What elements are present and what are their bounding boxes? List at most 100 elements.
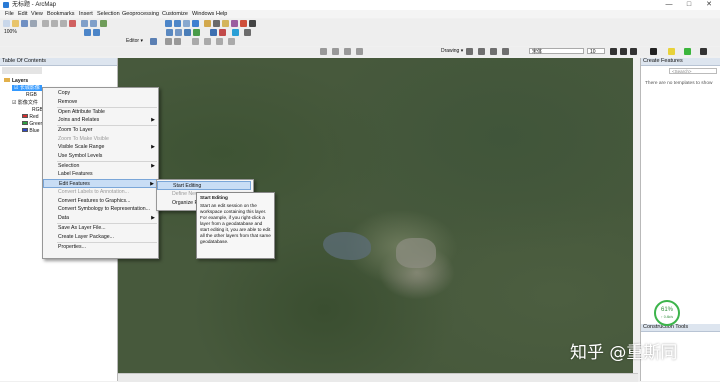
editor-toolbar-icon[interactable] <box>204 20 211 27</box>
band-green-row: Green <box>22 121 43 127</box>
menu-item-edit-features[interactable]: Edit Features ▶ <box>43 179 158 188</box>
fixed-zoom-in-icon[interactable] <box>84 29 91 36</box>
paste-icon[interactable] <box>60 20 67 27</box>
drawing-toolbar: Drawing ▾ 宋体 10 <box>0 47 720 56</box>
layers-root[interactable]: Layers <box>4 78 28 84</box>
rotate-tool-icon[interactable] <box>204 38 211 45</box>
menu-customize[interactable]: Customize <box>160 10 190 18</box>
end-point-arc-icon[interactable] <box>174 38 181 45</box>
arctoolbox-icon[interactable] <box>240 20 247 27</box>
split-tool-icon[interactable] <box>192 38 199 45</box>
menu-item-convert-features-graphics[interactable]: Convert Features to Graphics... <box>43 197 158 206</box>
python-icon[interactable] <box>249 20 256 27</box>
menu-selection[interactable]: Selection <box>95 10 122 18</box>
menu-item-data[interactable]: Data ▶ <box>43 214 158 223</box>
new-map-icon[interactable] <box>3 20 10 27</box>
line-color-icon[interactable] <box>684 48 691 55</box>
bold-icon[interactable] <box>610 48 617 55</box>
menu-edit[interactable]: Edit <box>16 10 29 18</box>
template-search-input[interactable]: <Search> <box>669 68 717 74</box>
font-size-combobox[interactable]: 10 <box>587 48 605 55</box>
menu-item-copy[interactable]: Copy <box>43 89 158 98</box>
zoom-in-icon[interactable] <box>165 20 172 27</box>
select-elements-icon[interactable] <box>466 48 473 55</box>
time-slider-icon[interactable] <box>244 29 251 36</box>
open-icon[interactable] <box>12 20 19 27</box>
toc-view-tabs[interactable] <box>2 67 42 74</box>
identify-icon[interactable] <box>175 29 182 36</box>
layout-zoom-icon[interactable] <box>332 48 339 55</box>
menu-item-save-as-layer-file[interactable]: Save As Layer File... <box>43 224 158 233</box>
italic-icon[interactable] <box>620 48 627 55</box>
close-button[interactable]: ✕ <box>700 0 718 10</box>
drawing-dropdown[interactable]: Drawing ▾ <box>441 48 463 54</box>
minimize-button[interactable]: — <box>660 0 678 10</box>
toc-layer-1[interactable]: ☑ 长城影像 <box>12 85 42 91</box>
cut-icon[interactable] <box>42 20 49 27</box>
add-data-icon[interactable] <box>100 20 107 27</box>
menu-item-use-symbol-levels[interactable]: Use Symbol Levels <box>43 152 158 161</box>
redo-icon[interactable] <box>90 20 97 27</box>
use-symbol-levels-label: Use Symbol Levels <box>58 152 103 159</box>
hyperlink-icon[interactable] <box>210 29 217 36</box>
tooltip-body: Start an edit session on the workspace c… <box>200 203 271 244</box>
menu-file[interactable]: File <box>3 10 16 18</box>
attributes-icon[interactable] <box>216 38 223 45</box>
rectangle-icon[interactable] <box>490 48 497 55</box>
undo-icon[interactable] <box>81 20 88 27</box>
measure-icon[interactable] <box>193 29 200 36</box>
table-of-contents-icon[interactable] <box>213 20 220 27</box>
menu-geoprocessing[interactable]: Geoprocessing <box>120 10 161 18</box>
html-popup-icon[interactable] <box>219 29 226 36</box>
menu-item-label-features[interactable]: Label Features <box>43 170 158 179</box>
network-speed-widget[interactable]: 61% ↑ 0.4k/s <box>654 300 680 326</box>
zoom-out-icon[interactable] <box>174 20 181 27</box>
underline-icon[interactable] <box>630 48 637 55</box>
menu-view[interactable]: View <box>29 10 45 18</box>
menu-windows[interactable]: Windows <box>190 10 216 18</box>
menu-item-convert-symbology[interactable]: Convert Symbology to Representation... <box>43 205 158 214</box>
menu-item-start-editing[interactable]: Start Editing <box>157 181 251 190</box>
font-color-icon[interactable] <box>650 48 657 55</box>
full-extent-icon[interactable] <box>192 20 199 27</box>
copy-icon[interactable] <box>51 20 58 27</box>
start-editing-tooltip: Start Editing Start an edit session on t… <box>196 192 275 259</box>
save-icon[interactable] <box>21 20 28 27</box>
sketch-properties-icon[interactable] <box>228 38 235 45</box>
menu-item-properties[interactable]: Properties... <box>43 243 158 252</box>
font-name-combobox[interactable]: 宋体 <box>529 48 584 55</box>
zoom-level[interactable]: 100% <box>4 29 17 35</box>
menu-item-create-layer-package[interactable]: Create Layer Package... <box>43 233 158 242</box>
menu-item-visible-scale-range[interactable]: Visible Scale Range ▶ <box>43 143 158 152</box>
editor-dropdown[interactable]: Editor ▾ <box>126 38 143 44</box>
fill-color-icon[interactable] <box>668 48 675 55</box>
pan-icon[interactable] <box>183 20 190 27</box>
marker-color-icon[interactable] <box>700 48 707 55</box>
menu-item-remove[interactable]: Remove <box>43 98 158 107</box>
rotate-element-icon[interactable] <box>478 48 485 55</box>
menu-item-zoom-to-layer[interactable]: Zoom To Layer <box>43 126 158 135</box>
menu-item-selection[interactable]: Selection ▶ <box>43 162 158 171</box>
menu-help[interactable]: Help <box>214 10 229 18</box>
layout-pan-icon[interactable] <box>320 48 327 55</box>
text-icon[interactable] <box>502 48 509 55</box>
edit-tool-icon[interactable] <box>150 38 157 45</box>
menu-bookmarks[interactable]: Bookmarks <box>45 10 77 18</box>
toc-layer-2[interactable]: ☑ 影像文件 <box>12 100 38 106</box>
maximize-button[interactable]: □ <box>680 0 698 10</box>
print-icon[interactable] <box>30 20 37 27</box>
menu-item-open-attribute-table[interactable]: Open Attribute Table <box>43 108 158 117</box>
search-icon[interactable] <box>231 20 238 27</box>
menu-item-joins-relates[interactable]: Joins and Relates ▶ <box>43 116 158 125</box>
globe-icon[interactable] <box>232 29 239 36</box>
straight-segment-icon[interactable] <box>165 38 172 45</box>
find-icon[interactable] <box>184 29 191 36</box>
layout-extent-icon[interactable] <box>356 48 363 55</box>
page-icon[interactable] <box>344 48 351 55</box>
delete-icon[interactable] <box>69 20 76 27</box>
menu-insert[interactable]: Insert <box>77 10 95 18</box>
select-features-icon[interactable] <box>166 29 173 36</box>
catalog-icon[interactable] <box>222 20 229 27</box>
fixed-zoom-out-icon[interactable] <box>93 29 100 36</box>
urban-area <box>396 238 436 268</box>
